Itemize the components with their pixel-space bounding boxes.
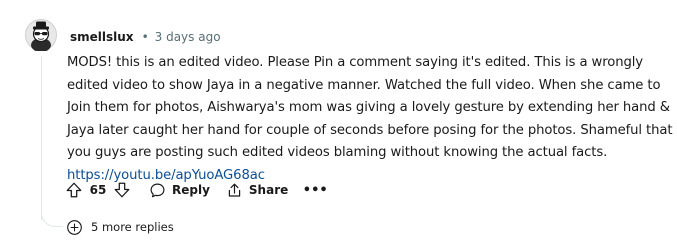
thread-line[interactable] — [41, 56, 42, 220]
vote-score: 65 — [89, 183, 107, 197]
comment-actions: 65 Reply Share ••• — [63, 178, 330, 202]
more-replies-label: 5 more replies — [91, 220, 174, 234]
username-link[interactable]: smellslux — [70, 30, 134, 44]
more-replies-button[interactable]: 5 more replies — [66, 217, 174, 237]
speech-bubble-icon — [150, 183, 165, 197]
ellipsis-icon: ••• — [302, 182, 328, 198]
more-options-button[interactable]: ••• — [300, 178, 330, 202]
timestamp[interactable]: 3 days ago — [155, 30, 221, 44]
comment-text: MODS! this is an edited video. Please Pi… — [67, 55, 673, 160]
comment-body: MODS! this is an edited video. Please Pi… — [67, 52, 673, 187]
comment-meta: smellslux • 3 days ago — [70, 28, 221, 46]
comment: smellslux • 3 days ago MODS! this is an … — [0, 0, 677, 244]
downvote-arrow-icon — [114, 182, 130, 198]
upvote-button[interactable] — [63, 178, 85, 202]
reply-button[interactable]: Reply — [141, 178, 218, 202]
upvote-arrow-icon — [66, 182, 82, 198]
share-label: Share — [248, 183, 289, 197]
avatar-icon[interactable] — [25, 19, 57, 52]
reply-label: Reply — [172, 183, 210, 197]
plus-circle-icon — [67, 219, 82, 235]
downvote-button[interactable] — [111, 178, 133, 202]
share-button[interactable]: Share — [218, 178, 296, 202]
meta-separator: • — [141, 30, 149, 44]
thread-connector — [41, 201, 63, 227]
share-icon — [228, 183, 241, 197]
